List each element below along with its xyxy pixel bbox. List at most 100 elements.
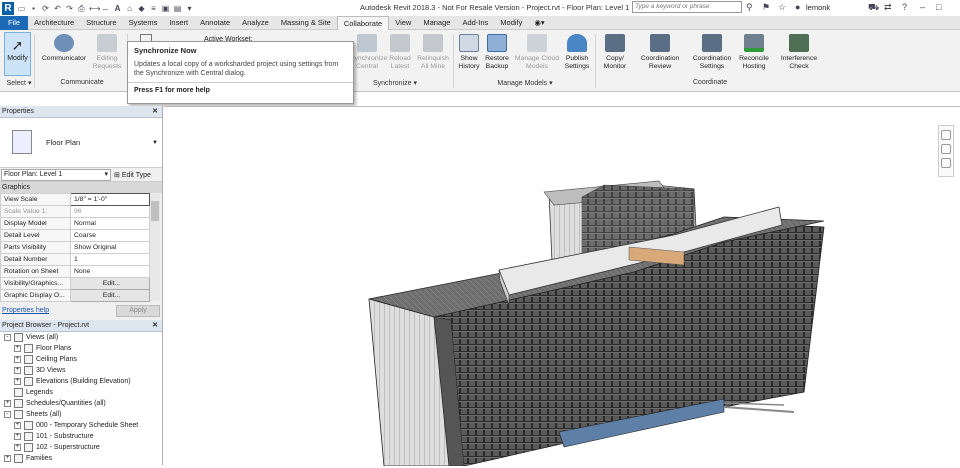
properties-help-link[interactable]: Properties help <box>2 307 49 314</box>
expand-icon[interactable]: + <box>14 356 21 363</box>
select-dropdown[interactable]: Select ▾ <box>4 79 34 87</box>
restore-backup-button[interactable]: Restore Backup <box>483 34 511 71</box>
maximize-icon[interactable]: □ <box>936 2 941 12</box>
drawing-area[interactable] <box>164 106 960 467</box>
tree-item[interactable]: - Views (all) <box>0 332 162 343</box>
expand-icon[interactable]: + <box>14 367 21 374</box>
edit-button[interactable]: Edit... <box>70 277 150 290</box>
expand-icon[interactable]: + <box>14 378 21 385</box>
exchange-icon[interactable]: ⇄ <box>884 2 892 13</box>
property-value[interactable]: Coarse <box>70 229 150 242</box>
qa-dropdown-icon[interactable]: ▾ <box>185 4 194 13</box>
expand-icon[interactable]: + <box>14 422 21 429</box>
tab-collaborate[interactable]: Collaborate <box>336 15 390 30</box>
property-value[interactable]: None <box>70 265 150 278</box>
print-icon[interactable]: ⎙ <box>77 4 86 13</box>
interference-check-button[interactable]: Interference Check <box>776 34 822 71</box>
revit-logo-icon[interactable]: R <box>2 1 14 15</box>
tree-item[interactable]: +102 - Superstructure <box>0 442 162 453</box>
minimize-icon[interactable]: – <box>920 2 925 12</box>
tree-item[interactable]: - Sheets (all) <box>0 409 162 420</box>
expand-icon[interactable]: + <box>4 455 11 462</box>
publish-settings-button[interactable]: Publish Settings <box>562 34 592 71</box>
tab-architecture[interactable]: Architecture <box>28 16 80 30</box>
property-value[interactable]: Normal <box>70 217 150 230</box>
scrollbar-thumb[interactable] <box>151 201 159 221</box>
tab-file[interactable]: File <box>0 15 29 30</box>
communicator-button[interactable]: Communicator <box>38 34 90 63</box>
tree-item[interactable]: +3D Views <box>0 365 162 376</box>
properties-scrollbar[interactable] <box>150 193 160 301</box>
pan-icon[interactable] <box>941 158 951 168</box>
open-icon[interactable]: ▭ <box>17 4 26 13</box>
relinquish-all-mine-button[interactable]: Relinquish All Mine <box>416 34 450 71</box>
collapse-icon[interactable]: - <box>4 334 11 341</box>
search-input[interactable]: Type a keyword or phrase <box>632 1 742 13</box>
coordination-review-button[interactable]: Coordination Review <box>636 34 684 71</box>
apply-button[interactable]: Apply <box>116 304 160 317</box>
tree-item[interactable]: + Elevations (Building Elevation) <box>0 376 162 387</box>
tree-item[interactable]: Legends <box>0 387 162 398</box>
expand-icon[interactable]: + <box>14 345 21 352</box>
expand-icon[interactable]: + <box>14 444 21 451</box>
property-value[interactable]: 1/8" = 1'-0" <box>70 193 150 206</box>
section-icon[interactable]: ◆ <box>137 4 146 13</box>
tab-add-ins[interactable]: Add-Ins <box>456 16 494 30</box>
edit-button[interactable]: Edit... <box>70 289 150 302</box>
switch-windows-icon[interactable]: ▤ <box>173 4 182 13</box>
expand-icon[interactable]: + <box>4 400 11 407</box>
show-history-button[interactable]: Show History <box>455 34 483 71</box>
property-value[interactable]: 1 <box>70 253 150 266</box>
tree-item[interactable]: + Ceiling Plans <box>0 354 162 365</box>
default-3d-icon[interactable]: ⌂ <box>125 4 134 13</box>
help-icon[interactable]: ? <box>902 2 907 12</box>
tab-analyze[interactable]: Analyze <box>236 16 275 30</box>
sync-icon[interactable]: ⟳ <box>41 4 50 13</box>
tab-insert[interactable]: Insert <box>163 16 194 30</box>
expand-icon[interactable]: + <box>14 433 21 440</box>
dimension-icon[interactable]: ↔ <box>101 4 110 13</box>
tab-systems[interactable]: Systems <box>123 16 164 30</box>
reconcile-hosting-button[interactable]: Reconcile Hosting <box>736 34 772 71</box>
close-hidden-icon[interactable]: ▣ <box>161 4 170 13</box>
tab-structure[interactable]: Structure <box>80 16 122 30</box>
communication-center-icon[interactable]: ☆ <box>778 2 786 13</box>
close-icon[interactable]: ✕ <box>152 320 158 332</box>
tab-annotate[interactable]: Annotate <box>194 16 236 30</box>
copy-monitor-button[interactable]: Copy/ Monitor <box>598 34 632 71</box>
manage-cloud-models-button[interactable]: Manage Cloud Models <box>513 34 561 71</box>
tab-view[interactable]: View <box>389 16 417 30</box>
editing-requests-button[interactable]: Editing Requests <box>90 34 124 71</box>
user-icon[interactable]: ● <box>795 2 800 12</box>
tab-massing-site[interactable]: Massing & Site <box>275 16 337 30</box>
type-selector[interactable]: Floor Plan ▼ <box>0 118 162 168</box>
tab-modify[interactable]: Modify <box>494 16 528 30</box>
measure-icon[interactable]: ⟷ <box>89 4 100 13</box>
zoom-icon[interactable] <box>941 144 951 154</box>
text-icon[interactable]: A <box>113 4 122 13</box>
ribbon-toggle-icon[interactable]: ◉▾ <box>528 16 550 30</box>
subscription-icon[interactable]: ⚑ <box>762 2 770 13</box>
reload-latest-button[interactable]: Reload Latest <box>386 34 414 71</box>
tree-item[interactable]: + Families <box>0 453 162 464</box>
coordination-settings-button[interactable]: Coordination Settings <box>688 34 736 71</box>
user-name[interactable]: lemonk <box>806 3 830 12</box>
edit-type-button[interactable]: ⊞ Edit Type <box>114 171 151 179</box>
steering-wheel-icon[interactable] <box>941 130 951 140</box>
save-icon[interactable]: ▪ <box>29 4 38 13</box>
cart-icon[interactable]: ⛟ <box>868 2 879 14</box>
search-icon[interactable]: ⚲ <box>746 2 753 13</box>
thin-lines-icon[interactable]: ≡ <box>149 4 158 13</box>
tree-item[interactable]: +101 - Substructure <box>0 431 162 442</box>
modify-button[interactable]: ➚ Modify <box>4 32 31 76</box>
tree-item[interactable]: + Schedules/Quantities (all) <box>0 398 162 409</box>
instance-select[interactable]: Floor Plan: Level 1 ▾ <box>1 168 111 181</box>
tab-manage[interactable]: Manage <box>417 16 456 30</box>
close-icon[interactable]: ✕ <box>152 106 158 118</box>
tree-item[interactable]: + Floor Plans <box>0 343 162 354</box>
tree-item[interactable]: +000 - Temporary Schedule Sheet <box>0 420 162 431</box>
synchronize-central-button[interactable]: Synchronize Central <box>350 34 387 71</box>
collapse-icon[interactable]: - <box>4 411 11 418</box>
redo-icon[interactable]: ↷ <box>65 4 74 13</box>
property-value[interactable]: Show Original <box>70 241 150 254</box>
